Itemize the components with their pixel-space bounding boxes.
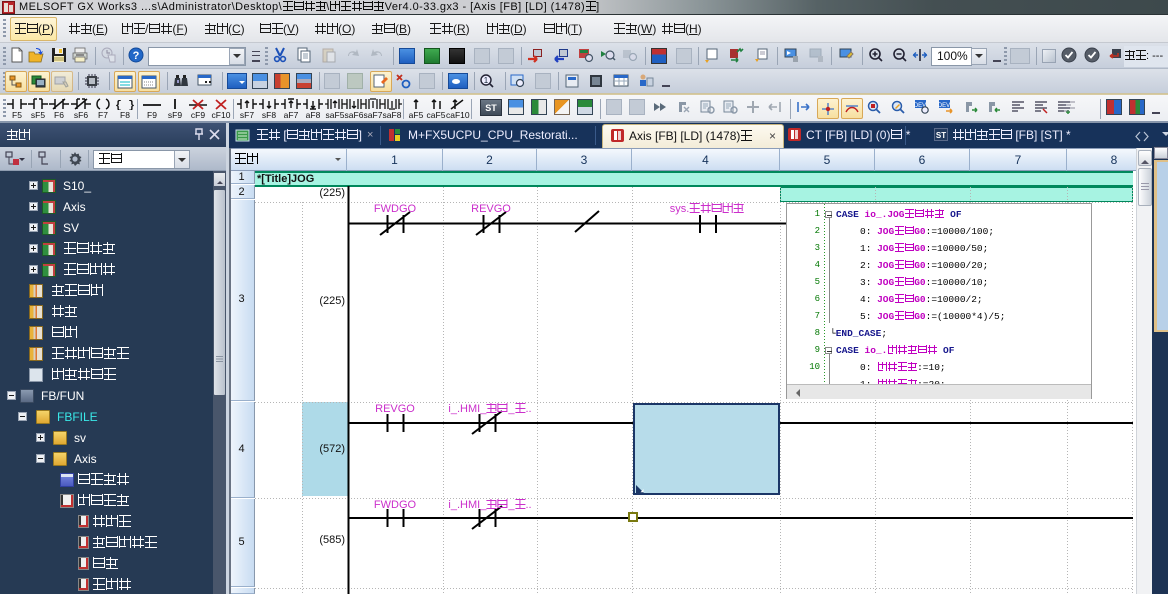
svg-text:?: ? <box>133 50 140 62</box>
svg-text:1: 1 <box>484 76 489 85</box>
svg-text:{ }: { } <box>115 100 135 110</box>
svg-text:DEV: DEV <box>938 103 950 109</box>
